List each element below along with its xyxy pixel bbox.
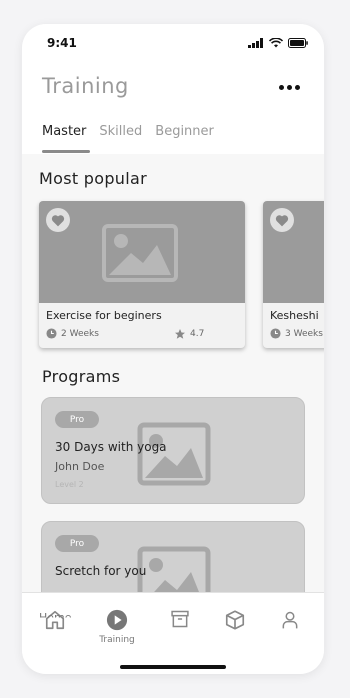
image-placeholder-icon [102,224,178,282]
clock-icon [270,328,281,339]
nav-item-archive[interactable] [165,609,195,649]
pro-badge: Pro [55,535,99,552]
rating-text: 4.7 [190,329,205,339]
home-indicator [120,665,226,669]
popular-card[interactable]: Exercise for beginers 2 Weeks 4.7 [39,201,245,348]
archive-icon [171,610,189,628]
play-circle-icon [106,609,128,631]
more-dot-icon [278,84,284,90]
heart-icon [275,214,289,226]
nav-label-training: Training [99,635,135,645]
favorite-button[interactable] [46,208,70,232]
card-duration: 2 Weeks [46,328,99,339]
heart-icon [51,214,65,226]
clock-icon [46,328,57,339]
duration-text: 2 Weeks [61,328,99,339]
program-title: 30 Days with yoga [55,440,167,454]
pro-badge: Pro [55,411,99,428]
program-author: John Doe [55,460,105,473]
card-title: Exercise for beginers [46,309,162,322]
bottom-navigation: Training [22,592,324,674]
program-title: Scretch for you [55,564,147,578]
box-icon [225,610,245,630]
favorite-button[interactable] [270,208,294,232]
card-duration: 3 Weeks [270,328,323,339]
image-placeholder-icon [137,422,211,486]
page-title: Training [42,74,129,98]
level-tabs: Master Skilled Beginner [42,124,214,139]
program-card[interactable]: Pro 30 Days with yoga John Doe Level 2 [41,397,305,504]
battery-icon [288,38,308,48]
tab-master[interactable]: Master [42,124,86,139]
nav-item-profile[interactable] [275,609,305,649]
wifi-icon [269,38,283,48]
more-dot-icon [286,84,292,90]
more-options-button[interactable] [277,81,301,93]
program-level: Level 2 [55,480,84,489]
tab-skilled[interactable]: Skilled [99,124,142,139]
status-icons [248,38,308,48]
programs-title: Programs [42,367,121,386]
nav-item-training[interactable]: Training [99,609,135,649]
phone-frame: 9:41 Training Master Skilled Beginner Mo… [22,24,324,674]
user-icon [282,611,298,629]
card-image [263,201,324,303]
more-dot-icon [294,84,300,90]
most-popular-title: Most popular [39,169,147,188]
tab-beginner[interactable]: Beginner [155,124,214,139]
card-rating: 4.7 [174,328,204,340]
duration-text: 3 Weeks [285,328,323,339]
popular-card[interactable]: Kesheshi 3 Weeks [263,201,324,348]
nav-item-box[interactable] [220,609,250,649]
card-image [39,201,245,303]
signal-icon [248,38,263,48]
status-time: 9:41 [47,36,77,50]
star-icon [175,329,185,339]
card-title: Kesheshi [270,309,319,322]
active-tab-indicator [42,150,90,153]
